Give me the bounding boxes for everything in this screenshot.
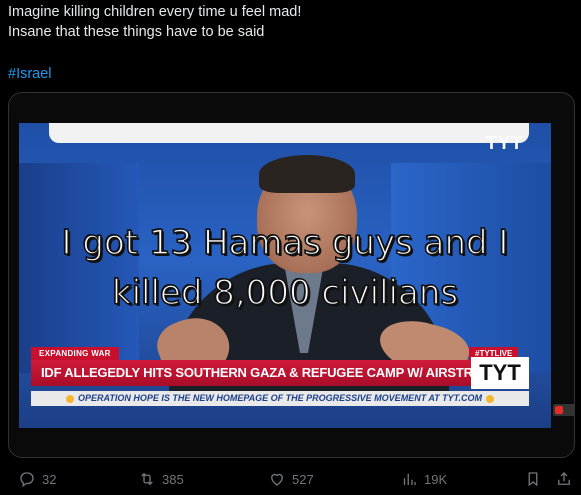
post-actions: 32 385 527 19K xyxy=(0,470,581,494)
like-button[interactable]: 527 xyxy=(268,470,314,488)
reply-button[interactable]: 32 xyxy=(18,470,56,488)
video-frame[interactable]: TYT I got 13 Hamas guys and I killed 8,0… xyxy=(19,123,551,428)
reply-count: 32 xyxy=(42,471,57,487)
person-hair xyxy=(259,155,355,193)
bookmark-button[interactable] xyxy=(524,470,542,488)
ticker-dot-icon xyxy=(65,394,74,403)
tyt-watermark: TYT xyxy=(486,133,523,153)
bookmark-icon xyxy=(528,472,538,487)
post-text: Imagine killing children every time u fe… xyxy=(8,2,301,42)
caption-line-1: I got 13 Hamas guys and I xyxy=(61,222,509,264)
share-icon xyxy=(558,472,570,485)
repost-count: 385 xyxy=(162,471,184,487)
news-headline: IDF ALLEGEDLY HITS SOUTHERN GAZA & REFUG… xyxy=(31,360,503,386)
expanding-war-tag: EXPANDING WAR xyxy=(31,347,119,360)
top-overlay-bar xyxy=(49,123,529,143)
tyt-headline-logo: TYT xyxy=(471,357,529,389)
post-line-2: Insane that these things have to be said xyxy=(8,24,265,40)
news-ticker: OPERATION HOPE IS THE NEW HOMEPAGE OF TH… xyxy=(31,391,529,406)
studio-background-left xyxy=(19,163,139,373)
post-line-1: Imagine killing children every time u fe… xyxy=(8,4,302,20)
video-player[interactable]: TYT I got 13 Hamas guys and I killed 8,0… xyxy=(8,92,575,458)
hashtag-link[interactable]: #Israel xyxy=(8,66,52,82)
ticker-text: OPERATION HOPE IS THE NEW HOMEPAGE OF TH… xyxy=(77,393,483,403)
reply-icon xyxy=(20,472,34,488)
like-count: 527 xyxy=(292,471,314,487)
ticker-dot-icon xyxy=(486,394,495,403)
caption-line-2: killed 8,000 civilians xyxy=(111,272,459,314)
like-icon xyxy=(271,473,283,486)
views-button[interactable]: 19K xyxy=(400,470,447,488)
views-count: 19K xyxy=(424,471,448,487)
views-icon xyxy=(403,473,416,485)
repost-button[interactable]: 385 xyxy=(138,470,184,488)
repost-icon xyxy=(141,472,153,486)
share-button[interactable] xyxy=(555,470,573,488)
subscribe-badge-icon xyxy=(553,404,574,416)
